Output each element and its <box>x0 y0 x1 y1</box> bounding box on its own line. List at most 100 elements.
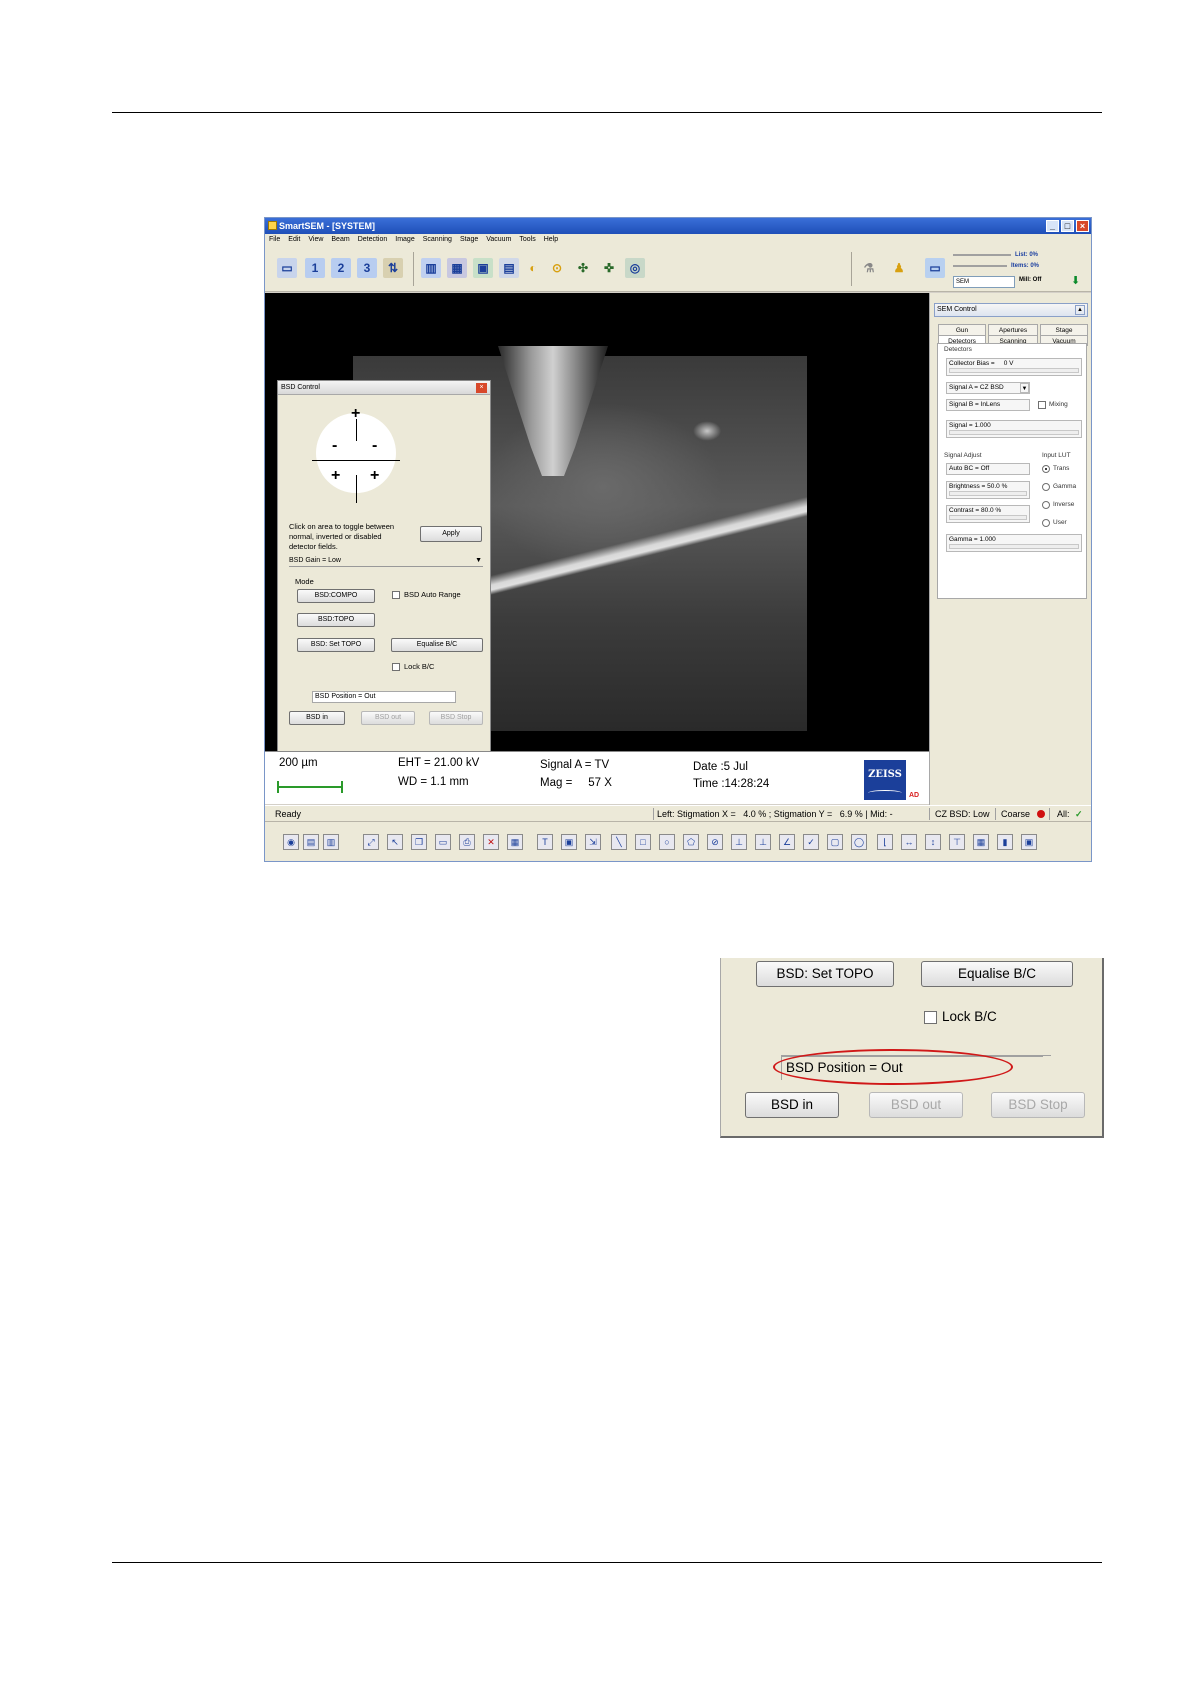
stack-icon[interactable]: ▥ <box>323 834 339 850</box>
height-icon[interactable]: ↕ <box>925 834 941 850</box>
scan-window-icon[interactable]: ▦ <box>447 258 467 278</box>
close-icon[interactable]: × <box>476 383 487 393</box>
print-icon[interactable]: ⎙ <box>459 834 475 850</box>
preset-3-icon[interactable]: 3 <box>357 258 377 278</box>
histogram-icon[interactable]: ▥ <box>421 258 441 278</box>
folder-icon[interactable]: ▭ <box>435 834 451 850</box>
signal-a-select[interactable]: Signal A = CZ BSD <box>946 382 1030 394</box>
segment-bottom-right[interactable]: + <box>370 467 379 485</box>
chamber-icon[interactable]: ⚗ <box>859 258 879 278</box>
angle-icon[interactable]: ∠ <box>779 834 795 850</box>
bsd-stop-button[interactable]: BSD Stop <box>429 711 483 725</box>
menu-tools[interactable]: Tools <box>519 234 535 246</box>
bars-icon[interactable]: ▮ <box>997 834 1013 850</box>
bsd-out-button[interactable]: BSD out <box>869 1092 963 1118</box>
segment-bottom-left[interactable]: + <box>331 467 340 485</box>
gamma-slider[interactable]: Gamma = 1.000 <box>946 534 1082 552</box>
globe-icon[interactable]: ◉ <box>283 834 299 850</box>
aperture-align-icon[interactable]: ⊙ <box>547 258 567 278</box>
segment-left[interactable]: - <box>332 437 337 455</box>
maximize-icon[interactable]: □ <box>1061 220 1074 232</box>
mode-select[interactable]: SEM <box>953 276 1015 288</box>
segment-top[interactable]: + <box>351 405 360 423</box>
mixing-checkbox[interactable] <box>1038 401 1046 409</box>
segment-right[interactable]: - <box>372 437 377 455</box>
cursor-icon[interactable]: ↖ <box>387 834 403 850</box>
menu-detection[interactable]: Detection <box>358 234 388 246</box>
apply-button[interactable]: Apply <box>420 526 482 542</box>
detector-settings-icon[interactable]: ⇅ <box>383 258 403 278</box>
bsd-set-topo-button[interactable]: BSD: Set TOPO <box>297 638 375 652</box>
menu-view[interactable]: View <box>308 234 323 246</box>
line-icon[interactable]: ╲ <box>611 834 627 850</box>
select-icon[interactable]: ⤢ <box>363 834 379 850</box>
check-tool-icon[interactable]: ✓ <box>803 834 819 850</box>
menu-scanning[interactable]: Scanning <box>423 234 452 246</box>
box-icon[interactable]: ▢ <box>827 834 843 850</box>
bsd-stop-button[interactable]: BSD Stop <box>991 1092 1085 1118</box>
bsd-topo-button[interactable]: BSD:TOPO <box>297 613 375 627</box>
marker-2-icon[interactable]: ⊥ <box>755 834 771 850</box>
down-arrow-icon[interactable]: ⬇ <box>1071 274 1080 287</box>
distance-icon[interactable]: ↔ <box>901 834 917 850</box>
lut-gamma-radio[interactable] <box>1042 483 1050 491</box>
grid-icon[interactable]: ▦ <box>973 834 989 850</box>
close-icon[interactable]: × <box>1076 220 1089 232</box>
display-icon[interactable]: ▭ <box>925 258 945 278</box>
camera-icon[interactable]: ◎ <box>625 258 645 278</box>
circle-icon[interactable]: ◯ <box>851 834 867 850</box>
menu-beam[interactable]: Beam <box>331 234 349 246</box>
detector-segments[interactable]: + - - + + <box>312 405 400 503</box>
menu-stage[interactable]: Stage <box>460 234 478 246</box>
image-display[interactable]: BSD Control × + - - + + Click on area to… <box>265 293 929 755</box>
signal-b-select[interactable]: Signal B = InLens <box>946 399 1030 411</box>
preset-1-icon[interactable]: 1 <box>305 258 325 278</box>
bracket-icon[interactable]: ⌊ <box>877 834 893 850</box>
lut-trans-radio[interactable] <box>1042 465 1050 473</box>
lock-bc-checkbox[interactable] <box>924 1011 937 1024</box>
sem-control-header[interactable]: SEM Control ▲ <box>934 303 1088 317</box>
image-icon[interactable]: ▦ <box>507 834 523 850</box>
image-store-icon[interactable]: ▣ <box>473 258 493 278</box>
user-icon[interactable]: ♟ <box>889 258 909 278</box>
menu-file[interactable]: File <box>269 234 280 246</box>
equalise-bc-button[interactable]: Equalise B/C <box>921 961 1073 987</box>
bsd-compo-button[interactable]: BSD:COMPO <box>297 589 375 603</box>
tab-apertures[interactable]: Apertures <box>988 324 1038 335</box>
contrast-slider[interactable]: Contrast = 80.0 % <box>946 505 1030 523</box>
menu-help[interactable]: Help <box>544 234 558 246</box>
auto-bc-select[interactable]: Auto BC = Off <box>946 463 1030 475</box>
minimize-icon[interactable]: _ <box>1046 220 1059 232</box>
bsd-gain-select[interactable]: BSD Gain = Low ▼ <box>289 555 483 567</box>
monitor-icon[interactable]: ▭ <box>277 258 297 278</box>
collector-bias[interactable]: Collector Bias = 0 V <box>946 358 1082 376</box>
tab-gun[interactable]: Gun <box>938 324 986 335</box>
rectangle-icon[interactable]: □ <box>635 834 651 850</box>
bsd-in-button[interactable]: BSD in <box>745 1092 839 1118</box>
tab-stage[interactable]: Stage <box>1040 324 1088 335</box>
bsd-in-button[interactable]: BSD in <box>289 711 345 725</box>
vacuum-icon[interactable]: ✜ <box>599 258 619 278</box>
menu-edit[interactable]: Edit <box>288 234 300 246</box>
preset-2-icon[interactable]: 2 <box>331 258 351 278</box>
text-icon[interactable]: T <box>537 834 553 850</box>
signal-slider[interactable]: Signal = 1.000 <box>946 420 1082 438</box>
equalise-bc-button[interactable]: Equalise B/C <box>391 638 483 652</box>
brightness-slider[interactable]: Brightness = 50.0 % <box>946 481 1030 499</box>
lock-bc-checkbox[interactable] <box>392 663 400 671</box>
image-freeze-icon[interactable]: ▤ <box>499 258 519 278</box>
stage-icon[interactable]: ✣ <box>573 258 593 278</box>
lut-user-radio[interactable] <box>1042 519 1050 527</box>
measure-icon[interactable]: ⊘ <box>707 834 723 850</box>
marker-3-icon[interactable]: ⊤ <box>949 834 965 850</box>
delete-icon[interactable]: ✕ <box>483 834 499 850</box>
lut-inverse-radio[interactable] <box>1042 501 1050 509</box>
beam-on-icon[interactable]: ◐ <box>523 258 543 278</box>
ellipse-icon[interactable]: ○ <box>659 834 675 850</box>
bsd-set-topo-button[interactable]: BSD: Set TOPO <box>756 961 894 987</box>
marker-1-icon[interactable]: ⊥ <box>731 834 747 850</box>
copy-icon[interactable]: ❐ <box>411 834 427 850</box>
auto-range-checkbox[interactable] <box>392 591 400 599</box>
menu-vacuum[interactable]: Vacuum <box>486 234 511 246</box>
bsd-out-button[interactable]: BSD out <box>361 711 415 725</box>
